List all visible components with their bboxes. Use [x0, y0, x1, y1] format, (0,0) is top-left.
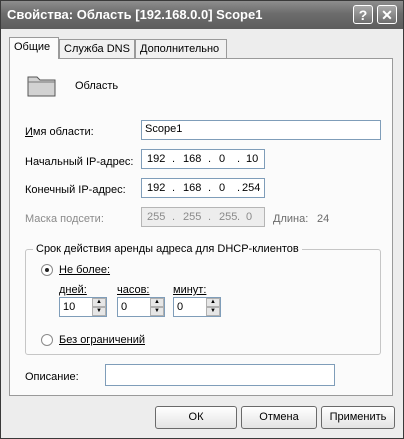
minutes-spinner[interactable]: 0 ▲ ▼: [173, 297, 221, 317]
lease-limited-radio[interactable]: [41, 264, 53, 276]
mask-octet-4: 0: [246, 211, 253, 223]
close-icon: ✕: [381, 7, 393, 23]
days-up-arrow[interactable]: ▲: [92, 298, 106, 307]
lease-limited-label: Не более:: [59, 264, 111, 276]
end-ip-input[interactable]: 192 . 168 . 0 . 254: [141, 178, 265, 198]
title-bar[interactable]: Свойства: Область [192.168.0.0] Scope1 ?…: [1, 1, 403, 29]
end-ip-label: Конечный IP-адрес:: [25, 184, 126, 196]
scope-name-label: Имя области:: [25, 126, 94, 138]
days-spinner[interactable]: 10 ▲ ▼: [59, 297, 107, 317]
hours-up-arrow[interactable]: ▲: [150, 298, 164, 307]
subnet-mask-input: 255 . 255 . 255 . 0: [141, 207, 265, 227]
ok-button[interactable]: ОК: [155, 406, 237, 429]
radio-selected-dot: [45, 268, 49, 272]
window-title: Свойства: Область [192.168.0.0] Scope1: [7, 7, 263, 22]
scope-name-input[interactable]: Scope1: [141, 120, 381, 140]
prefix-length-label: Длина:: [273, 213, 309, 225]
hours-value: 0: [121, 301, 128, 313]
start-ip-input[interactable]: 192 . 168 . 0 . 10: [141, 149, 265, 169]
mask-octet-3: 255: [219, 211, 238, 223]
scope-name-label-text: мя области:: [32, 126, 94, 138]
hours-spinner[interactable]: 0 ▲ ▼: [117, 297, 165, 317]
minutes-value: 0: [177, 301, 184, 313]
help-button[interactable]: ?: [353, 5, 373, 24]
start-ip-octet-3: 0: [219, 153, 226, 165]
mask-octet-1: 255: [147, 211, 166, 223]
lease-unlimited-label: Без ограничений: [59, 334, 145, 346]
apply-button[interactable]: Применить: [321, 406, 395, 429]
scope-heading: Область: [75, 80, 119, 92]
days-label: дней:: [59, 284, 87, 296]
tab-dns[interactable]: Служба DNS: [59, 39, 135, 58]
folder-icon: [27, 76, 56, 97]
tab-advanced[interactable]: Дополнительно: [135, 39, 227, 58]
description-input[interactable]: [105, 364, 335, 386]
minutes-up-arrow[interactable]: ▲: [206, 298, 220, 307]
prefix-length-value: 24: [317, 213, 330, 225]
minutes-label: минут:: [173, 284, 207, 296]
properties-dialog: Свойства: Область [192.168.0.0] Scope1 ?…: [0, 0, 404, 439]
days-value: 10: [63, 301, 76, 313]
end-ip-octet-3: 0: [219, 182, 226, 194]
lease-unlimited-radio[interactable]: [41, 334, 53, 346]
end-ip-octet-1: 192: [147, 182, 166, 194]
subnet-mask-label: Маска подсети:: [25, 213, 104, 225]
lease-duration-group-title: Срок действия аренды адреса для DHCP-кли…: [33, 243, 302, 255]
start-ip-octet-4: 10: [246, 153, 259, 165]
mask-octet-2: 255: [183, 211, 202, 223]
end-ip-octet-2: 168: [183, 182, 202, 194]
close-button[interactable]: ✕: [377, 5, 397, 24]
description-label: Описание:: [25, 371, 79, 383]
start-ip-octet-2: 168: [183, 153, 202, 165]
hours-down-arrow[interactable]: ▼: [150, 307, 164, 316]
tab-general[interactable]: Общие: [9, 37, 59, 59]
cancel-button[interactable]: Отмена: [241, 406, 317, 429]
start-ip-label: Начальный IP-адрес:: [25, 156, 134, 168]
days-down-arrow[interactable]: ▼: [92, 307, 106, 316]
start-ip-octet-1: 192: [147, 153, 166, 165]
minutes-down-arrow[interactable]: ▼: [206, 307, 220, 316]
hours-label: часов:: [117, 284, 150, 296]
help-icon: ?: [358, 7, 368, 23]
end-ip-octet-4: 254: [242, 182, 261, 194]
